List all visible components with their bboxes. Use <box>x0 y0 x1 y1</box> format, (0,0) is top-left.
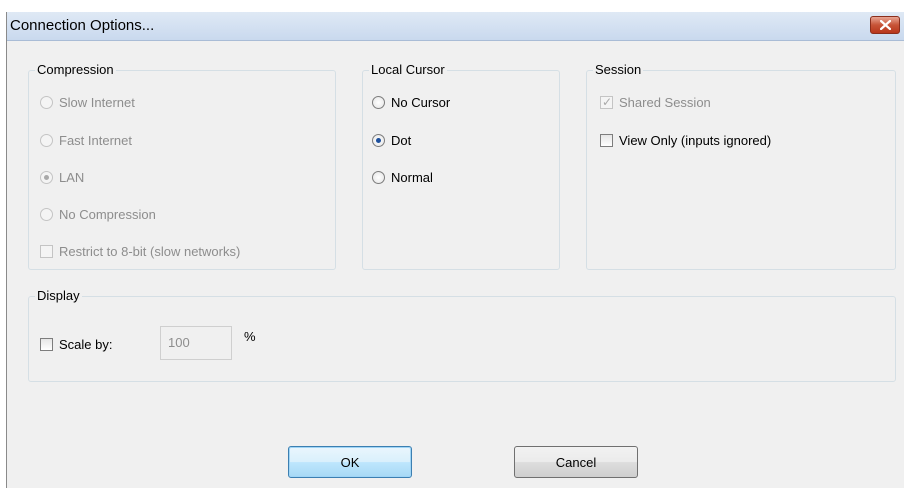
radio-selected-icon <box>40 170 53 184</box>
checkbox-icon <box>40 337 53 351</box>
compression-slow-internet[interactable]: Slow Internet <box>40 93 135 111</box>
local-cursor-title: Local Cursor <box>369 62 447 77</box>
option-label: Fast Internet <box>59 132 132 148</box>
scale-unit-label: % <box>244 329 256 344</box>
checkbox-icon <box>600 133 613 147</box>
radio-icon <box>40 95 53 109</box>
compression-lan[interactable]: LAN <box>40 168 84 186</box>
option-label: View Only (inputs ignored) <box>619 132 772 148</box>
option-label: Normal <box>391 169 433 185</box>
scale-by-checkbox[interactable]: Scale by: <box>40 335 112 353</box>
ok-button[interactable]: OK <box>288 446 412 478</box>
option-label: No Cursor <box>391 94 451 110</box>
checkbox-checked-icon: ✓ <box>600 94 613 109</box>
close-button[interactable] <box>870 16 900 34</box>
option-label: Shared Session <box>619 94 711 110</box>
radio-selected-icon <box>372 133 385 147</box>
title-bar[interactable]: Connection Options... <box>7 12 904 41</box>
view-only-checkbox[interactable]: View Only (inputs ignored) <box>600 131 771 149</box>
display-title: Display <box>35 288 82 303</box>
compression-no-compression[interactable]: No Compression <box>40 205 156 223</box>
option-label: No Compression <box>59 206 156 222</box>
compression-fast-internet[interactable]: Fast Internet <box>40 131 132 149</box>
window-title: Connection Options... <box>10 17 155 34</box>
option-label: Slow Internet <box>59 94 135 110</box>
display-group: Display <box>28 288 896 382</box>
radio-icon <box>372 170 385 184</box>
shared-session-checkbox[interactable]: ✓ Shared Session <box>600 93 711 111</box>
close-icon <box>880 20 891 30</box>
compression-title: Compression <box>35 62 116 77</box>
cancel-button[interactable]: Cancel <box>514 446 638 478</box>
scale-value-field[interactable]: 100 <box>160 326 232 360</box>
radio-icon <box>40 133 53 147</box>
option-label: LAN <box>59 169 85 185</box>
option-label: Restrict to 8-bit (slow networks) <box>59 243 241 259</box>
cursor-normal[interactable]: Normal <box>372 168 433 186</box>
radio-icon <box>40 207 53 221</box>
restrict-8bit-checkbox[interactable]: Restrict to 8-bit (slow networks) <box>40 242 240 260</box>
cursor-no-cursor[interactable]: No Cursor <box>372 93 450 111</box>
background <box>0 0 904 12</box>
option-label: Dot <box>391 132 412 148</box>
radio-icon <box>372 95 385 109</box>
option-label: Scale by: <box>59 336 113 352</box>
session-title: Session <box>593 62 644 77</box>
cursor-dot[interactable]: Dot <box>372 131 411 149</box>
checkbox-icon <box>40 244 53 258</box>
